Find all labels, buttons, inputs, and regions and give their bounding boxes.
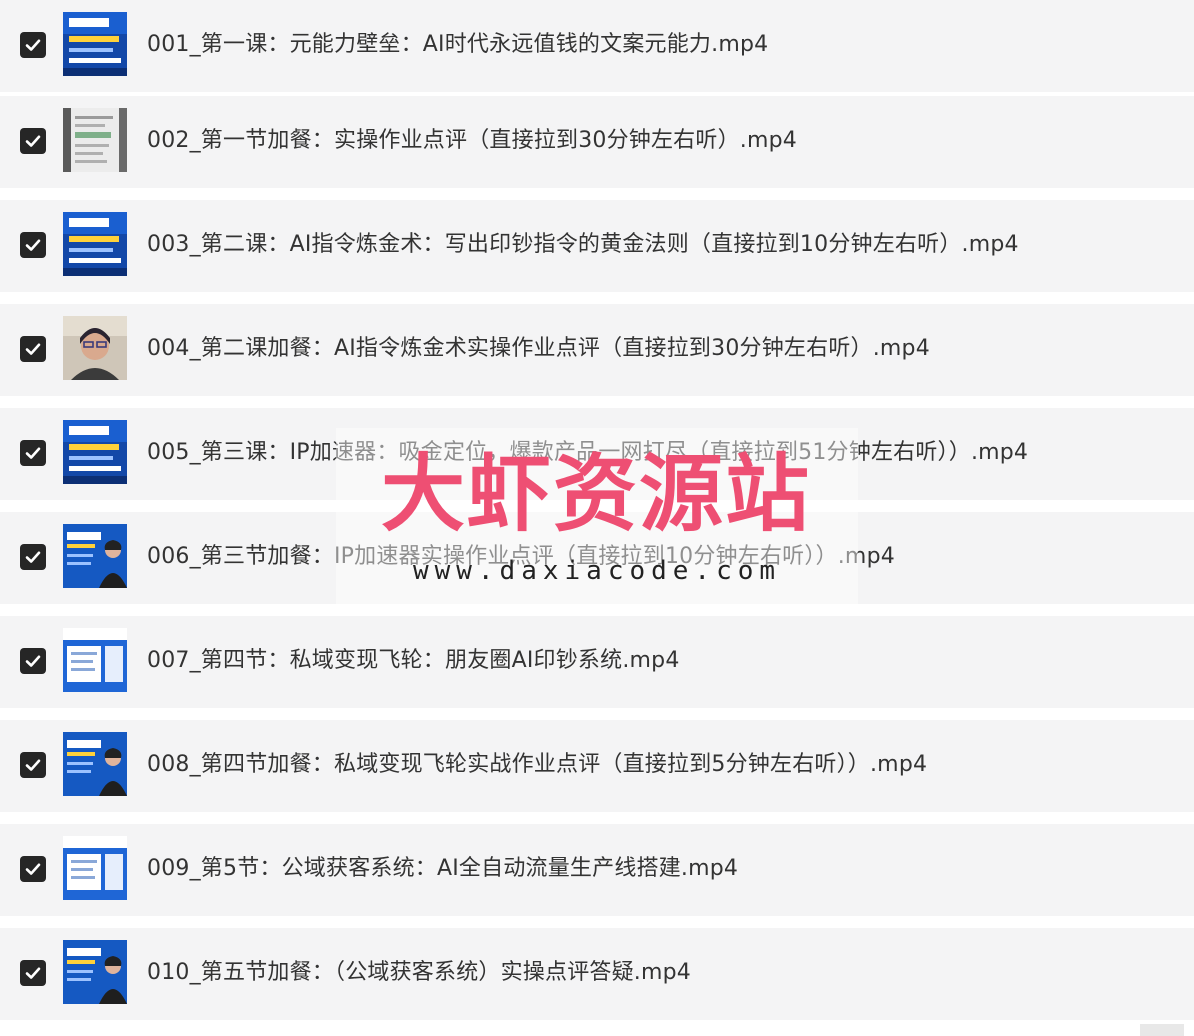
file-name: 001_第一课：元能力壁垒：AI时代永远值钱的文案元能力.mp4 <box>147 32 769 57</box>
file-name: 008_第四节加餐：私域变现飞轮实战作业点评（直接拉到5分钟左右听））.mp4 <box>147 752 928 777</box>
video-thumbnail <box>63 316 127 380</box>
video-thumbnail <box>63 12 127 76</box>
video-thumbnail <box>63 420 127 484</box>
checkbox[interactable] <box>20 128 46 154</box>
checkmark-icon <box>25 551 41 563</box>
checkbox[interactable] <box>20 856 46 882</box>
list-item[interactable]: 010_第五节加餐：（公域获客系统）实操点评答疑.mp4 <box>0 928 1194 1020</box>
file-name: 007_第四节：私域变现飞轮：朋友圈AI印钞系统.mp4 <box>147 648 680 673</box>
video-thumbnail <box>63 940 127 1004</box>
file-name: 010_第五节加餐：（公域获客系统）实操点评答疑.mp4 <box>147 960 691 985</box>
file-name: 004_第二课加餐：AI指令炼金术实操作业点评（直接拉到30分钟左右听）.mp4 <box>147 336 930 361</box>
video-thumbnail <box>63 628 127 692</box>
video-thumbnail <box>63 836 127 900</box>
checkmark-icon <box>25 239 41 251</box>
video-thumbnail <box>63 732 127 796</box>
list-item[interactable]: 001_第一课：元能力壁垒：AI时代永远值钱的文案元能力.mp4 <box>0 0 1194 92</box>
file-name: 003_第二课：AI指令炼金术：写出印钞指令的黄金法则（直接拉到10分钟左右听）… <box>147 232 1019 257</box>
checkbox[interactable] <box>20 960 46 986</box>
watermark-url: www.daxiacode.com <box>412 556 782 586</box>
video-thumbnail <box>63 212 127 276</box>
file-name: 009_第5节：公域获客系统：AI全自动流量生产线搭建.mp4 <box>147 856 739 881</box>
checkbox[interactable] <box>20 440 46 466</box>
checkbox[interactable] <box>20 648 46 674</box>
checkmark-icon <box>25 343 41 355</box>
list-item[interactable]: 002_第一节加餐：实操作业点评（直接拉到30分钟左右听）.mp4 <box>0 96 1194 188</box>
list-item[interactable]: 009_第5节：公域获客系统：AI全自动流量生产线搭建.mp4 <box>0 824 1194 916</box>
watermark-title: 大虾资源站 <box>380 444 811 543</box>
checkbox[interactable] <box>20 232 46 258</box>
checkbox[interactable] <box>20 752 46 778</box>
site-watermark: 大虾资源站 www.daxiacode.com <box>336 428 858 608</box>
list-item[interactable]: 007_第四节：私域变现飞轮：朋友圈AI印钞系统.mp4 <box>0 616 1194 708</box>
checkmark-icon <box>25 135 41 147</box>
file-name: 002_第一节加餐：实操作业点评（直接拉到30分钟左右听）.mp4 <box>147 128 797 153</box>
list-item[interactable]: 008_第四节加餐：私域变现飞轮实战作业点评（直接拉到5分钟左右听））.mp4 <box>0 720 1194 812</box>
checkbox[interactable] <box>20 544 46 570</box>
checkbox[interactable] <box>20 336 46 362</box>
checkbox[interactable] <box>20 32 46 58</box>
checkmark-icon <box>25 447 41 459</box>
checkmark-icon <box>25 39 41 51</box>
corner-fragment <box>1140 1024 1184 1036</box>
checkmark-icon <box>25 967 41 979</box>
video-thumbnail <box>63 524 127 588</box>
checkmark-icon <box>25 759 41 771</box>
video-thumbnail <box>63 108 127 172</box>
file-list: 001_第一课：元能力壁垒：AI时代永远值钱的文案元能力.mp4 002_第一节… <box>0 0 1194 1036</box>
list-item[interactable]: 004_第二课加餐：AI指令炼金术实操作业点评（直接拉到30分钟左右听）.mp4 <box>0 304 1194 396</box>
list-item[interactable]: 003_第二课：AI指令炼金术：写出印钞指令的黄金法则（直接拉到10分钟左右听）… <box>0 200 1194 292</box>
checkmark-icon <box>25 655 41 667</box>
checkmark-icon <box>25 863 41 875</box>
